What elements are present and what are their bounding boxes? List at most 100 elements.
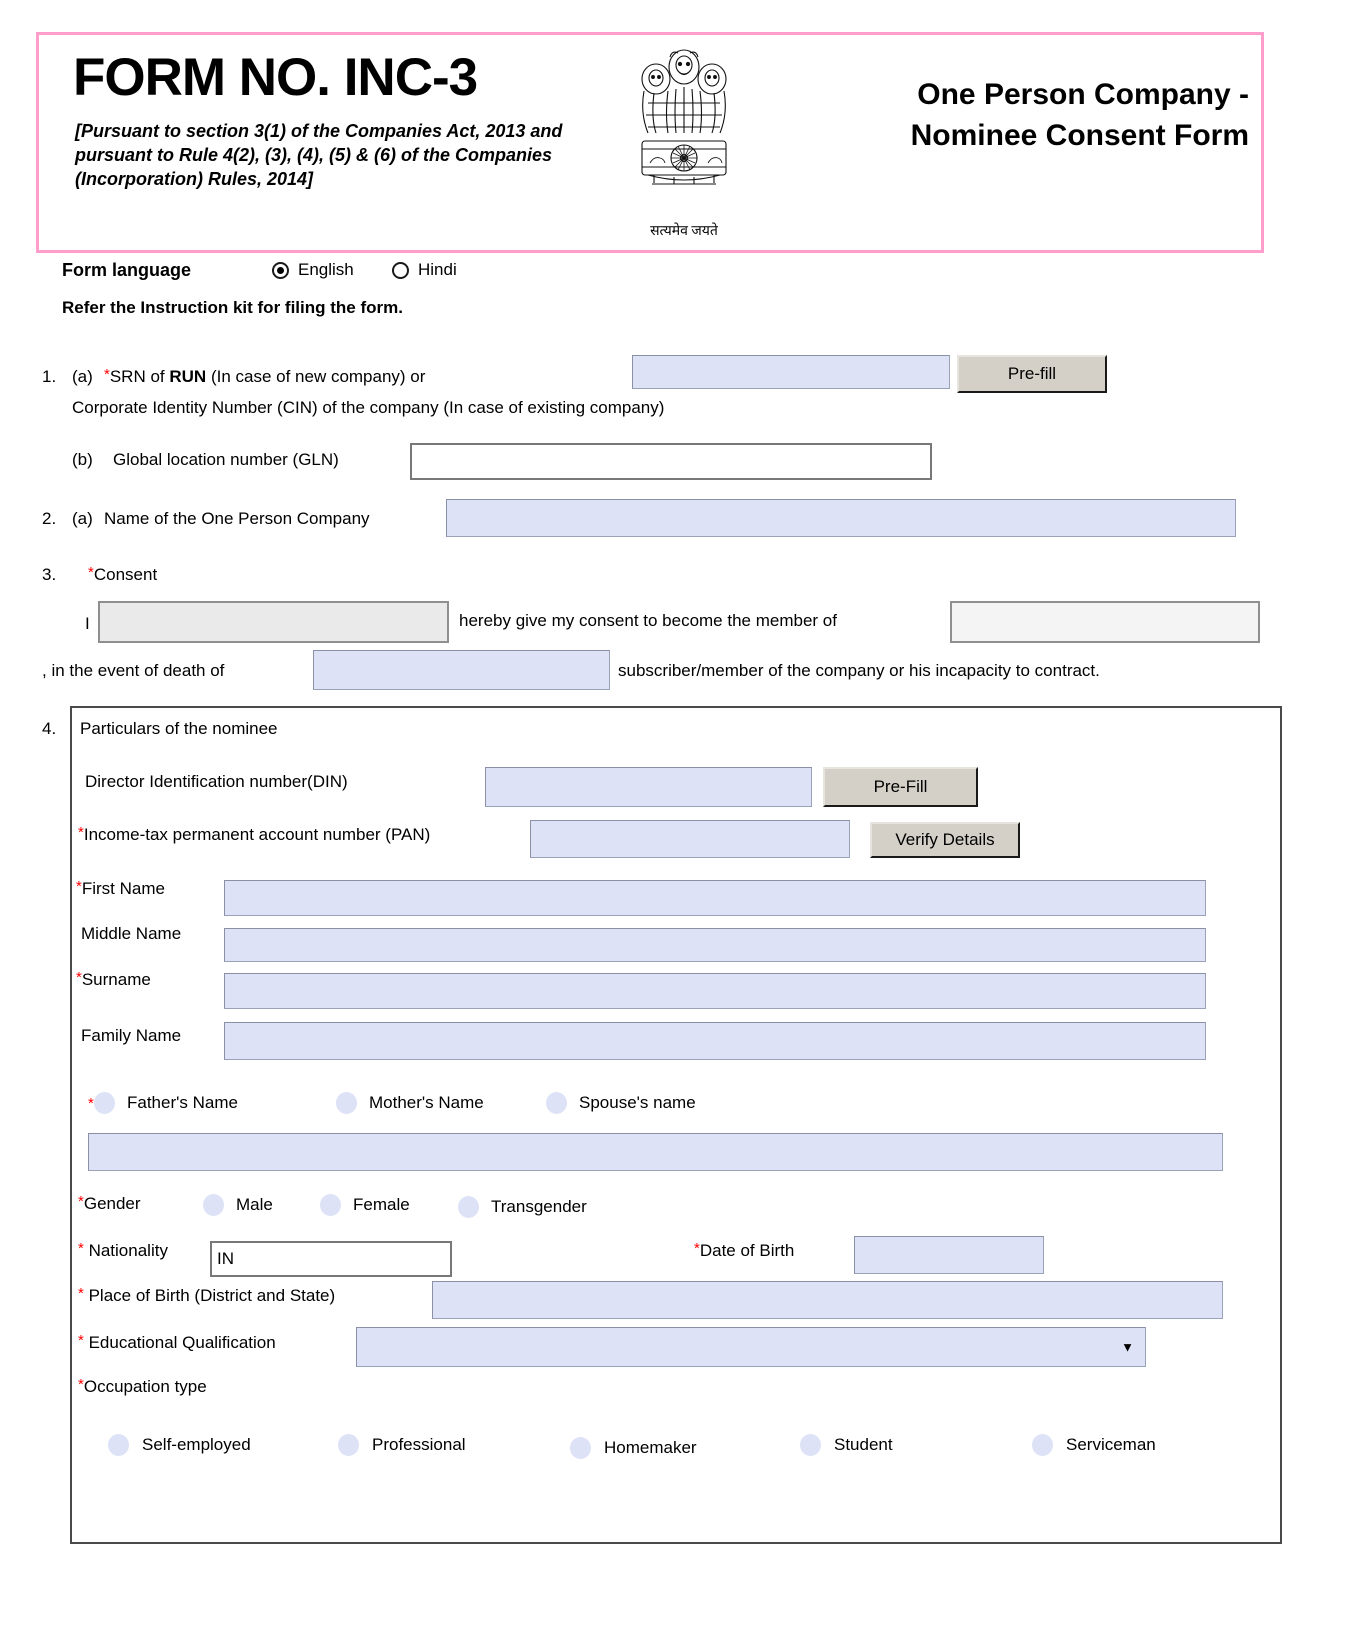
radio-self-employed-icon[interactable] (108, 1434, 129, 1456)
family-name-input[interactable] (224, 1022, 1206, 1060)
radio-professional-icon[interactable] (338, 1434, 359, 1456)
page-title: FORM NO. INC-3 (73, 48, 478, 107)
parent-option-father-label: Father's Name (127, 1093, 238, 1112)
emblem-motto: सत्यमेव जयते (650, 224, 718, 239)
din-prefill-button[interactable]: Pre-Fill (823, 767, 978, 807)
srn-input[interactable] (632, 355, 950, 389)
din-label: Director Identification number(DIN) (85, 772, 348, 791)
gender-label-text: Gender (83, 1194, 141, 1213)
item2-a-label: (a) (72, 509, 93, 528)
item3-number: 3. (42, 565, 57, 584)
parent-name-input[interactable] (88, 1133, 1223, 1171)
occupation-option-student-label: Student (834, 1435, 893, 1454)
gender-label: *Gender (78, 1194, 141, 1214)
item1-srn-text-2: (In case of new company) or (206, 367, 426, 386)
first-name-label-text: First Name (81, 879, 165, 898)
occupation-option-self-employed-label: Self-employed (142, 1435, 251, 1454)
item1-cin-text: Corporate Identity Number (CIN) of the c… (72, 398, 665, 417)
occupation-option-homemaker-label: Homemaker (604, 1438, 697, 1457)
item2-label: Name of the One Person Company (104, 509, 370, 528)
gender-option-female[interactable]: Female (320, 1194, 410, 1216)
parent-option-spouse[interactable]: Spouse's name (546, 1092, 696, 1114)
family-name-label: Family Name (81, 1026, 182, 1045)
form-header-box: FORM NO. INC-3 [Pursuant to section 3(1)… (36, 32, 1264, 253)
place-of-birth-input[interactable] (432, 1281, 1223, 1319)
pursuant-text: [Pursuant to section 3(1) of the Compani… (75, 121, 563, 189)
item1-b-label: (b) (72, 450, 93, 469)
gender-option-male-label: Male (236, 1195, 273, 1214)
instruction-text: Refer the Instruction kit for filing the… (62, 298, 403, 317)
required-asterisk: * (78, 1285, 84, 1302)
first-name-label: *First Name (76, 879, 165, 899)
item1-a-label: (a) (72, 367, 93, 386)
pob-label: * Place of Birth (District and State) (78, 1286, 335, 1306)
radio-fathers-name-icon[interactable] (94, 1092, 115, 1114)
radio-homemaker-icon[interactable] (570, 1437, 591, 1459)
form-language-row: Form language (62, 260, 191, 281)
radio-spouses-name-icon[interactable] (546, 1092, 567, 1114)
din-input[interactable] (485, 767, 812, 807)
radio-hindi-icon[interactable] (392, 261, 409, 279)
gender-option-male[interactable]: Male (203, 1194, 273, 1216)
consent-company-input[interactable] (950, 601, 1260, 643)
occupation-option-self-employed[interactable]: Self-employed (108, 1434, 251, 1456)
required-asterisk: * (78, 1332, 84, 1349)
occupation-option-serviceman[interactable]: Serviceman (1032, 1434, 1156, 1456)
parent-option-mother-label: Mother's Name (369, 1093, 484, 1112)
surname-label-text: Surname (81, 970, 151, 989)
company-name-input[interactable] (446, 499, 1236, 537)
consent-subscriber-input[interactable] (313, 650, 610, 690)
middle-name-input[interactable] (224, 928, 1206, 962)
occupation-option-serviceman-label: Serviceman (1066, 1435, 1156, 1454)
parent-option-spouse-label: Spouse's name (579, 1093, 696, 1112)
occupation-option-student[interactable]: Student (800, 1434, 893, 1456)
language-option-hindi-label: Hindi (418, 260, 457, 279)
surname-input[interactable] (224, 973, 1206, 1009)
radio-transgender-icon[interactable] (458, 1196, 479, 1218)
dob-label-text: Date of Birth (699, 1241, 795, 1260)
occupation-label-text: Occupation type (83, 1377, 207, 1396)
national-emblem: सत्यमेव जयते (604, 45, 764, 240)
language-option-hindi[interactable]: Hindi (392, 260, 457, 280)
parent-option-mother[interactable]: Mother's Name (336, 1092, 484, 1114)
consent-death-prefix: , in the event of death of (42, 661, 225, 680)
education-label: * Educational Qualification (78, 1333, 276, 1353)
radio-student-icon[interactable] (800, 1434, 821, 1456)
prefill-button[interactable]: Pre-fill (957, 355, 1107, 393)
pan-input[interactable] (530, 820, 850, 858)
item3-label: *Consent (88, 565, 157, 585)
radio-serviceman-icon[interactable] (1032, 1434, 1053, 1456)
dob-label: *Date of Birth (694, 1241, 794, 1261)
radio-male-icon[interactable] (203, 1194, 224, 1216)
form-right-title: One Person Company - Nominee Consent For… (910, 78, 1249, 152)
radio-female-icon[interactable] (320, 1194, 341, 1216)
pob-label-text: Place of Birth (District and State) (88, 1286, 336, 1305)
education-label-text: Educational Qualification (88, 1333, 276, 1352)
verify-details-button[interactable]: Verify Details (870, 822, 1020, 858)
education-select[interactable] (356, 1327, 1146, 1367)
occupation-option-professional[interactable]: Professional (338, 1434, 466, 1456)
gender-option-transgender[interactable]: Transgender (458, 1196, 587, 1218)
parent-required-asterisk: * (88, 1095, 94, 1112)
gln-input[interactable] (410, 443, 932, 480)
radio-mothers-name-icon[interactable] (336, 1092, 357, 1114)
nationality-input[interactable] (210, 1241, 452, 1277)
occupation-option-homemaker[interactable]: Homemaker (570, 1437, 697, 1459)
education-select-wrapper[interactable]: ▼ (356, 1327, 1146, 1367)
dob-input[interactable] (854, 1236, 1044, 1274)
emblem-icon (641, 49, 727, 185)
parent-option-father[interactable]: Father's Name (94, 1092, 238, 1114)
item1-number: 1. (42, 367, 57, 386)
required-asterisk: * (78, 1240, 84, 1257)
consent-nominee-name-input[interactable] (98, 601, 449, 643)
first-name-input[interactable] (224, 880, 1206, 916)
language-option-english[interactable]: English (272, 260, 354, 280)
consent-suffix-text: subscriber/member of the company or his … (618, 661, 1100, 680)
item1-b-text: Global location number (GLN) (113, 450, 339, 469)
middle-name-label: Middle Name (81, 924, 182, 943)
consent-mid-text: hereby give my consent to become the mem… (459, 611, 837, 630)
item4-title: Particulars of the nominee (80, 719, 278, 738)
surname-label: *Surname (76, 970, 151, 990)
item4-number: 4. (42, 719, 57, 738)
radio-english-icon[interactable] (272, 261, 289, 279)
